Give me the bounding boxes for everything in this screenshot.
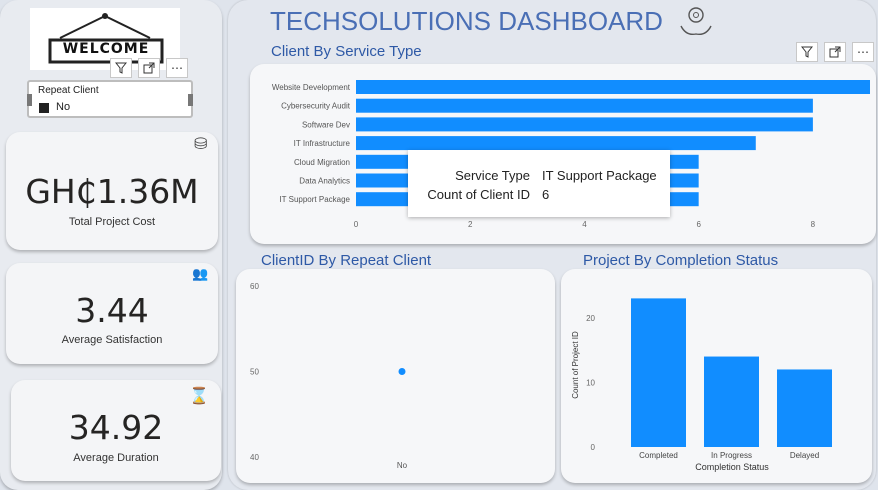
kpi-satisfaction-label: Average Satisfaction	[61, 334, 163, 346]
service-bar	[356, 98, 813, 113]
service-x-tick: 8	[811, 220, 816, 229]
slicer-option-no[interactable]: No	[56, 101, 70, 113]
kpi-satisfaction-value: 3.44	[75, 291, 149, 330]
service-x-tick: 0	[354, 220, 359, 229]
chart-filter-button[interactable]	[796, 42, 818, 62]
status-y-tick: 10	[586, 378, 595, 387]
tooltip-key-1: Service Type	[455, 168, 530, 183]
service-category-label: Data Analytics	[299, 177, 350, 186]
status-x-label: Completed	[639, 451, 678, 460]
slicer-checkbox[interactable]	[39, 103, 49, 113]
service-category-label: IT Infrastructure	[294, 139, 351, 148]
status-bar	[704, 356, 759, 447]
repeat-x-label: No	[397, 461, 408, 470]
kpi-total-project-cost: ⛁ GH₵1.36M Total Project Cost	[6, 132, 218, 250]
chart-service-title: Client By Service Type	[271, 43, 422, 60]
slicer-focus-button[interactable]	[138, 58, 160, 78]
filter-icon	[115, 62, 127, 74]
status-x-label: Delayed	[790, 451, 819, 460]
focus-mode-icon	[143, 62, 155, 74]
repeat-y-tick: 40	[250, 453, 259, 462]
service-category-label: Website Development	[272, 83, 351, 92]
tech-hands-icon	[678, 2, 714, 38]
status-x-label: In Progress	[711, 451, 752, 460]
hourglass-icon: ⌛	[189, 386, 209, 405]
status-y-tick: 20	[586, 314, 595, 323]
slicer-filter-button[interactable]	[110, 58, 132, 78]
repeat-y-tick: 60	[250, 282, 259, 291]
service-x-tick: 4	[582, 220, 587, 229]
focus-mode-icon	[829, 46, 841, 58]
kpi-duration-label: Average Duration	[73, 452, 159, 464]
tooltip-key-2: Count of Client ID	[427, 187, 530, 202]
repeat-scatter-chart: 40 50 60 No	[250, 282, 408, 470]
kpi-average-duration: ⌛ 34.92 Average Duration	[11, 380, 221, 481]
repeat-point	[398, 368, 406, 375]
status-bar	[631, 298, 686, 447]
status-bar	[777, 369, 832, 447]
filter-icon	[801, 46, 813, 58]
tooltip-value-1: IT Support Package	[542, 168, 657, 183]
service-bar	[356, 117, 813, 132]
service-x-tick: 6	[696, 220, 701, 229]
chart-more-button[interactable]: ⋯	[852, 42, 874, 62]
status-chart-card: 0 10 20 Completed In Progress Delayed Completi…	[561, 269, 872, 483]
kpi-cost-value: GH₵1.36M	[25, 172, 199, 211]
chart-status-title: Project By Completion Status	[583, 252, 779, 269]
welcome-text: WELCOME	[62, 41, 150, 57]
repeat-y-tick: 50	[250, 368, 259, 377]
slicer-label: Repeat Client	[38, 85, 99, 96]
status-bar-chart: 0 10 20 Completed In Progress Delayed Completi…	[571, 298, 832, 472]
kpi-average-satisfaction: 👥 3.44 Average Satisfaction	[6, 263, 218, 364]
gear-bulb-icon	[680, 7, 712, 36]
status-x-axis-title: Completion Status	[695, 462, 769, 472]
repeat-chart-card: 40 50 60 No	[236, 269, 555, 483]
repeat-client-slicer[interactable]: Repeat Client No	[27, 80, 193, 118]
chart-focus-button[interactable]	[824, 42, 846, 62]
status-y-tick: 0	[591, 443, 596, 452]
service-bar	[356, 80, 870, 94]
chart-repeat-title: ClientID By Repeat Client	[261, 252, 432, 269]
tooltip-value-2: 6	[542, 187, 550, 202]
service-bar	[356, 136, 756, 151]
resize-handle-left[interactable]	[27, 94, 32, 106]
kpi-duration-value: 34.92	[68, 408, 164, 447]
service-category-label: Cybersecurity Audit	[281, 102, 351, 111]
status-y-axis-title: Count of Project ID	[571, 331, 580, 399]
service-category-label: Software Dev	[302, 120, 350, 129]
service-category-label: Cloud Migration	[294, 158, 350, 167]
service-category-label: IT Support Package	[279, 195, 350, 204]
service-x-tick: 2	[468, 220, 473, 229]
people-icon: 👥	[192, 267, 209, 282]
page-title: TECHSOLUTIONS DASHBOARD	[270, 6, 663, 36]
kpi-cost-label: Total Project Cost	[68, 216, 156, 228]
resize-handle-right[interactable]	[188, 94, 193, 106]
slicer-more-button[interactable]: ⋯	[166, 58, 188, 78]
chart-tooltip: Service Type IT Support Package Count of…	[408, 150, 670, 217]
money-icon: ⛁	[194, 134, 208, 153]
